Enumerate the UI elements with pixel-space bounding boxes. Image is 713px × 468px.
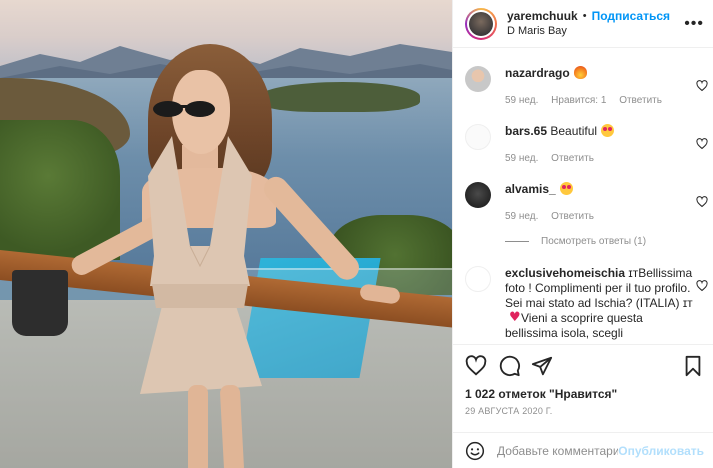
red-heart-emoji-icon [509,310,521,325]
comment-age[interactable]: 59 нед. [505,153,538,164]
commenter-username[interactable]: exclusivehomeischia [505,266,625,280]
commenter-username[interactable]: nazardrago [505,66,570,80]
post-header: yaremchuuk • Подписаться D Maris Bay ••• [453,0,713,48]
author-username[interactable]: yaremchuuk [507,9,578,24]
comments-list: nazardrago 59 нед. Нравится: 1 Ответить [453,56,713,344]
instagram-post: yaremchuuk • Подписаться D Maris Bay •••… [0,0,713,468]
comment-meta: 59 нед. Нравится: 1 Ответить [505,95,693,106]
heart-eyes-emoji-icon [601,124,615,137]
comment-text: Beautiful [550,124,598,138]
post-photo[interactable] [0,0,452,468]
likes-count[interactable]: 1 022 отметок "Нравится" [465,387,617,401]
publish-button[interactable]: Опубликовать [618,444,704,458]
avatar-image [469,11,493,36]
header-text: yaremchuuk • Подписаться D Maris Bay [507,9,670,39]
comment-age[interactable]: 59 нед. [505,95,538,106]
reply-button[interactable]: Ответить [551,153,594,164]
commenter-avatar[interactable] [465,124,491,150]
post-side-panel: yaremchuuk • Подписаться D Maris Bay •••… [452,0,713,468]
reply-button[interactable]: Ответить [619,95,662,106]
comment-age[interactable]: 59 нед. [505,211,538,222]
more-options-icon[interactable]: ••• [684,15,704,33]
photo-leg-left [188,385,208,468]
add-comment-form: Опубликовать [453,432,713,468]
post-actions-bar [453,344,713,384]
view-replies-label: Посмотреть ответы (1) [541,236,647,247]
comment-text-continued: Vieni a scoprire questa bellissima isola… [505,311,643,340]
photo-woman [60,40,401,468]
follow-button[interactable]: Подписаться [592,9,670,24]
like-heart-icon[interactable] [465,355,487,377]
separator-dot: • [582,9,587,22]
share-paper-plane-icon[interactable] [531,355,553,377]
replies-divider-line [505,241,529,242]
like-comment-heart-icon[interactable] [696,80,708,92]
commenter-username[interactable]: bars.65 [505,124,547,138]
like-comment-heart-icon[interactable] [696,196,708,208]
like-comment-heart-icon[interactable] [696,280,708,292]
post-date[interactable]: 29 АВГУСТА 2020 Г. [465,406,552,416]
reply-button[interactable]: Ответить [551,211,594,222]
fire-emoji-icon [573,66,587,79]
comment-meta: 59 нед. Ответить [505,153,693,164]
commenter-avatar[interactable] [465,182,491,208]
comment-meta: 59 нед. Ответить [505,211,693,222]
view-replies-button[interactable]: Посмотреть ответы (1) [505,236,646,247]
location-link[interactable]: D Maris Bay [507,24,670,39]
comment-input[interactable] [497,443,619,458]
avatar[interactable] [465,7,497,40]
emoji-smile-icon[interactable] [465,441,485,461]
save-bookmark-icon[interactable] [682,355,704,377]
comment-likes-count[interactable]: Нравится: 1 [551,95,606,106]
sunglasses-icon [153,101,215,117]
commenter-avatar[interactable] [465,266,491,292]
comment-bubble-icon[interactable] [499,355,521,377]
like-comment-heart-icon[interactable] [696,138,708,150]
photo-arm-right [259,171,364,285]
photo-dress [140,136,262,394]
commenter-username[interactable]: alvamis_ [505,182,556,196]
heart-eyes-emoji-icon [559,182,573,195]
commenter-avatar[interactable] [465,66,491,92]
